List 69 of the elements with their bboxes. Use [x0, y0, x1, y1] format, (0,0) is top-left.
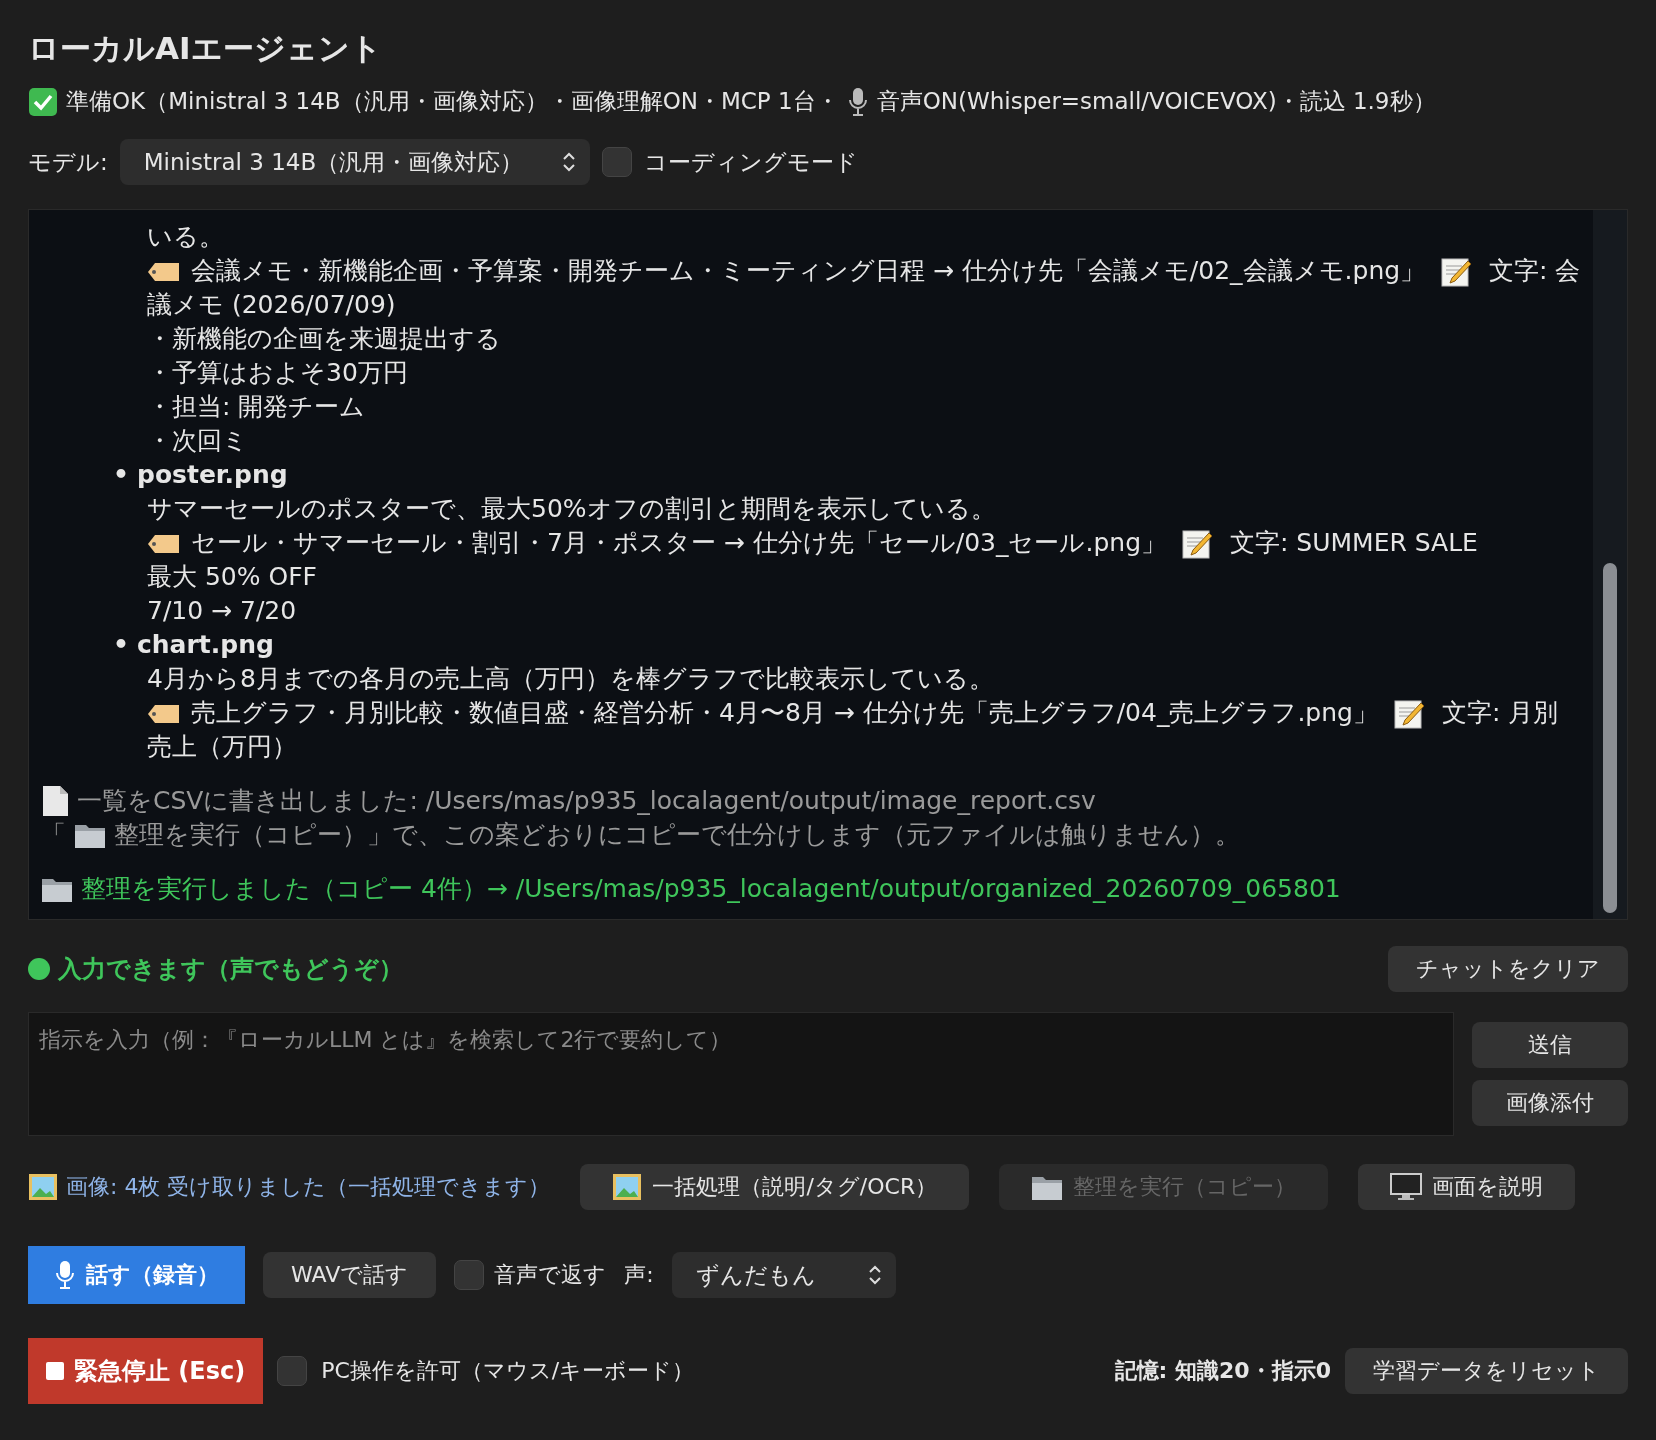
tag-icon	[147, 533, 181, 555]
picture-icon	[612, 1173, 643, 1201]
chat-text: ・予算はおよそ30万円	[146, 357, 409, 389]
tag-icon	[147, 703, 181, 725]
coding-mode-label: コーディングモード	[643, 147, 858, 177]
pc-control-label: PC操作を許可（マウス/キーボード）	[321, 1357, 695, 1385]
voice-label: 声:	[624, 1261, 654, 1289]
bullet-dot: •	[113, 459, 129, 491]
tag-icon	[147, 261, 181, 283]
chat-text: 4月から8月までの各月の売上高（万円）を棒グラフで比較表示している。	[146, 663, 995, 695]
quote-mark: 「	[41, 819, 66, 851]
attach-image-button[interactable]: 画像添付	[1472, 1080, 1628, 1126]
ready-text: 入力できます（声でもどうぞ）	[58, 954, 403, 985]
ocr-text: 文字: 会	[1488, 256, 1581, 285]
chat-text: いる。	[146, 221, 225, 253]
chat-text: ・新機能の企画を来週提出する	[146, 323, 502, 355]
model-label: モデル:	[28, 147, 108, 177]
voice-status-text: 音声ON(Whisper=small/VOICEVOX)・読込 1.9秒）	[876, 87, 1436, 116]
chat-text: 売上（万円）	[146, 731, 298, 763]
tag-list: 売上グラフ・月別比較・数値目盛・経営分析・4月〜8月 → 仕分け先「売上グラフ/04_売上グラフ.png」	[191, 698, 1378, 727]
file-name: poster.png	[137, 459, 288, 491]
ocr-text: 文字: 月別	[1440, 698, 1559, 727]
clear-chat-button[interactable]: チャットをクリア	[1388, 946, 1628, 992]
voice-select[interactable]: ずんだもん	[671, 1252, 896, 1298]
memo-pencil-icon	[1182, 529, 1212, 559]
file-name: chart.png	[137, 629, 274, 661]
stop-icon	[46, 1362, 64, 1380]
voice-reply-label: 音声で返す	[494, 1261, 607, 1289]
tag-list: 会議メモ・新機能企画・予算案・開発チーム・ミーティング日程 → 仕分け先「会議メモ/02_会議メモ.png」	[191, 256, 1426, 285]
scrollbar-thumb[interactable]	[1603, 563, 1617, 913]
hint-message: 整理を実行（コピー）」で、この案どおりにコピーで仕分けします（元ファイルは触りません）。	[114, 819, 1240, 851]
monitor-icon	[1390, 1173, 1423, 1201]
result-message: 整理を実行しました（コピー 4件）→ /Users/mas/p935_localagent/output/organized_20260709_065801	[81, 873, 1341, 905]
batch-process-button[interactable]: 一括処理（説明/タグ/OCR）	[580, 1164, 970, 1210]
images-received-text: 画像: 4枚 受け取りました（一括処理できます）	[66, 1173, 551, 1201]
export-message: 一覧をCSVに書き出しました: /Users/mas/p935_localagent/output/image_report.csv	[77, 785, 1096, 817]
chat-text: 最大 50% OFF	[146, 561, 318, 593]
microphone-icon	[846, 86, 869, 117]
status-text: 準備OK（Ministral 3 14B（汎用・画像対応）・画像理解ON・MCP 1台・	[66, 87, 839, 116]
picture-icon	[28, 1173, 58, 1201]
app-title: ローカルAIエージェント	[28, 29, 383, 68]
memo-pencil-icon	[1393, 699, 1424, 729]
emergency-stop-button[interactable]: 緊急停止 (Esc)	[28, 1338, 264, 1404]
wav-talk-button[interactable]: WAVで話す	[263, 1252, 437, 1298]
checkbox[interactable]	[454, 1260, 485, 1290]
tag-list: セール・サマーセール・割引・7月・ポスター → 仕分け先「セール/03_セール.png」	[191, 528, 1166, 557]
memory-status: 記憶: 知識20・指示0	[1114, 1357, 1331, 1385]
chat-text: ・担当: 開発チーム	[146, 391, 367, 423]
ocr-text: 文字: SUMMER SALE	[1228, 528, 1478, 557]
ready-indicator-icon	[28, 958, 50, 980]
up-down-chevron-icon	[867, 1264, 882, 1286]
instruction-input-field[interactable]: 指示を入力（例：『ローカルLLM とは』を検索して2行で要約して）	[28, 1012, 1454, 1136]
up-down-chevron-icon	[561, 151, 576, 173]
model-select[interactable]: Ministral 3 14B（汎用・画像対応）	[119, 139, 590, 185]
bullet-dot: •	[113, 629, 129, 661]
describe-screen-button[interactable]: 画面を説明	[1358, 1164, 1576, 1210]
checkbox[interactable]	[277, 1356, 308, 1386]
chat-text: 議メモ (2026/07/09)	[146, 289, 397, 321]
reset-learning-button[interactable]: 学習データをリセット	[1345, 1348, 1628, 1394]
send-button[interactable]: 送信	[1472, 1022, 1628, 1068]
checkbox[interactable]	[601, 147, 632, 177]
check-mark-icon	[28, 86, 58, 117]
talk-button[interactable]: 話す（録音）	[28, 1246, 245, 1304]
chat-text: サマーセールのポスターで、最大50%オフの割引と期間を表示している。	[146, 493, 997, 525]
document-icon	[41, 785, 69, 817]
microphone-icon	[54, 1260, 76, 1290]
chat-text: ・次回ミ	[146, 425, 249, 457]
memo-pencil-icon	[1441, 257, 1472, 287]
chat-text: 7/10 → 7/20	[146, 595, 298, 627]
